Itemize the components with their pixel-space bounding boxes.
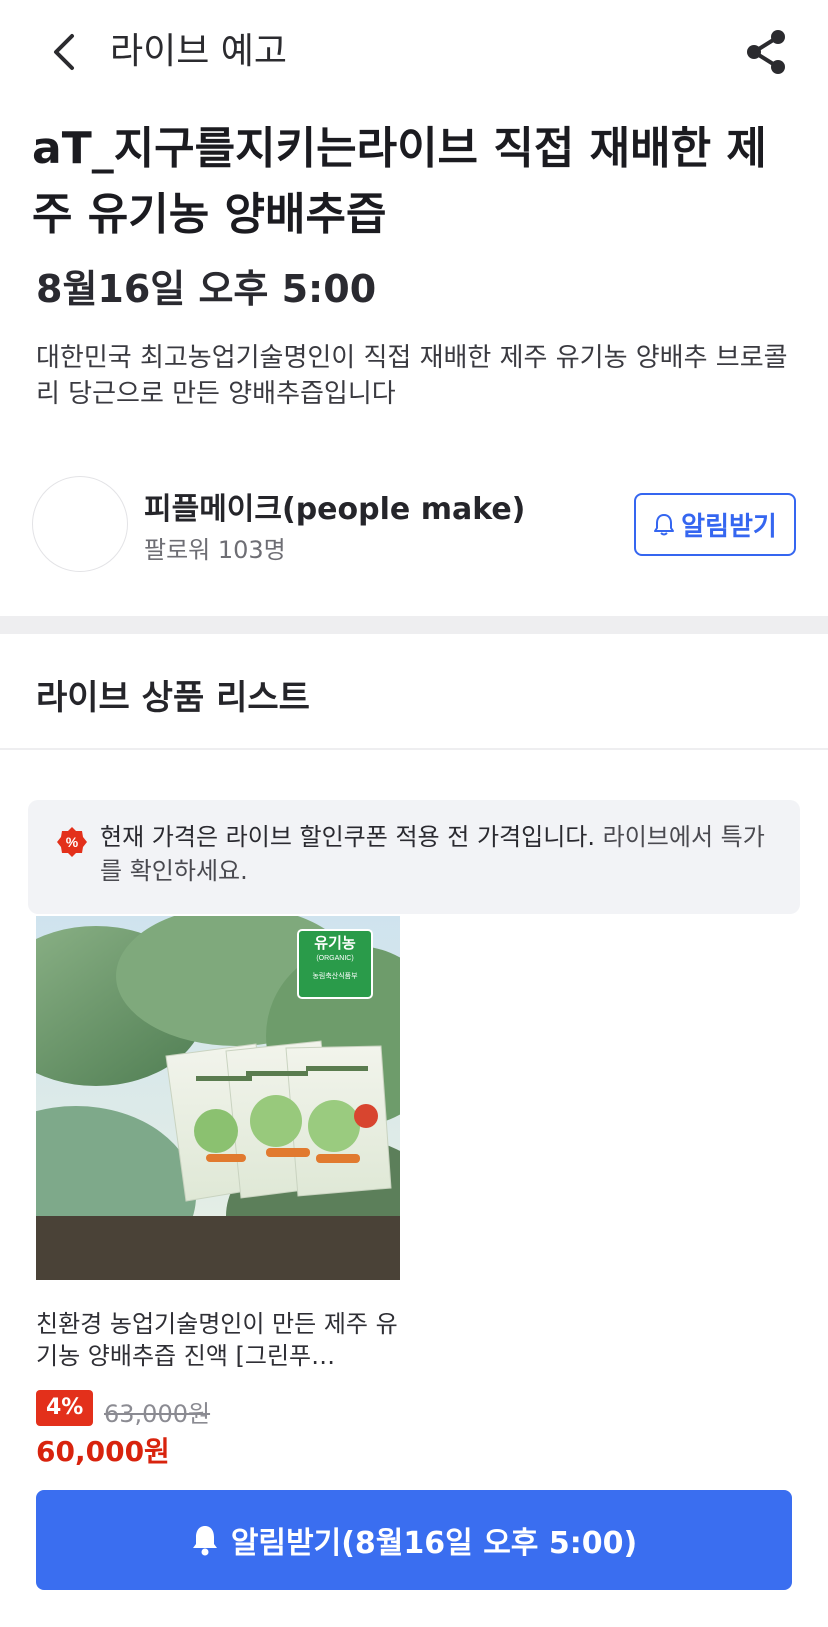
original-price: 63,000원 bbox=[104, 1400, 211, 1428]
seller-name[interactable]: 피플메이크(people make) bbox=[144, 484, 525, 528]
back-button[interactable] bbox=[40, 24, 88, 80]
product-card[interactable]: 유기농 (ORGANIC) 농림축산식품부 친환경 농업기술명인이 만든 제주 … bbox=[36, 916, 400, 1468]
svg-text:%: % bbox=[66, 834, 79, 850]
notify-button[interactable]: 알림받기 bbox=[634, 493, 796, 556]
bell-filled-icon bbox=[192, 1526, 217, 1556]
share-icon bbox=[747, 30, 785, 74]
product-image[interactable]: 유기농 (ORGANIC) 농림축산식품부 bbox=[36, 916, 400, 1280]
seller-followers: 팔로워 103명 bbox=[144, 536, 286, 564]
seller-avatar[interactable] bbox=[32, 476, 128, 572]
share-button[interactable] bbox=[738, 24, 794, 80]
section-separator bbox=[0, 616, 828, 634]
price-notice: % 현재 가격은 라이브 할인쿠폰 적용 전 가격입니다. 라이브에서 특가를 … bbox=[28, 800, 800, 914]
discount-percent-icon: % bbox=[57, 827, 87, 857]
notice-strong-text: 현재 가격은 라이브 할인쿠폰 적용 전 가격입니다. bbox=[100, 823, 596, 851]
final-price: 60,000원 bbox=[36, 1435, 170, 1468]
notice-text: 현재 가격은 라이브 할인쿠폰 적용 전 가격입니다. 라이브에서 특가를 확인… bbox=[100, 820, 780, 888]
product-name[interactable]: 친환경 농업기술명인이 만든 제주 유기농 양배추즙 진액 [그린푸… bbox=[36, 1308, 400, 1372]
header: 라이브 예고 bbox=[0, 0, 828, 100]
page-title: 라이브 예고 bbox=[110, 31, 288, 72]
notify-button-label: 알림받기 bbox=[681, 512, 777, 542]
section-title: 라이브 상품 리스트 bbox=[36, 678, 310, 718]
divider bbox=[0, 748, 828, 750]
chevron-left-icon bbox=[54, 34, 74, 70]
discount-badge: 4% bbox=[36, 1390, 94, 1426]
live-time: 8월16일 오후 5:00 bbox=[36, 267, 377, 311]
live-description: 대한민국 최고농업기술명인이 직접 재배한 제주 유기농 양배추 브로콜리 당근… bbox=[36, 343, 788, 409]
organic-label: 유기농 (ORGANIC) 농림축산식품부 bbox=[312, 935, 358, 980]
notify-cta-label: 알림받기(8월16일 오후 5:00) bbox=[230, 1526, 638, 1561]
bell-icon bbox=[654, 513, 675, 535]
live-title: aT_지구를지키는라이브 직접 재배한 제주 유기농 양배추즙 bbox=[32, 123, 767, 240]
notify-cta-button[interactable]: 알림받기(8월16일 오후 5:00) bbox=[36, 1490, 792, 1590]
